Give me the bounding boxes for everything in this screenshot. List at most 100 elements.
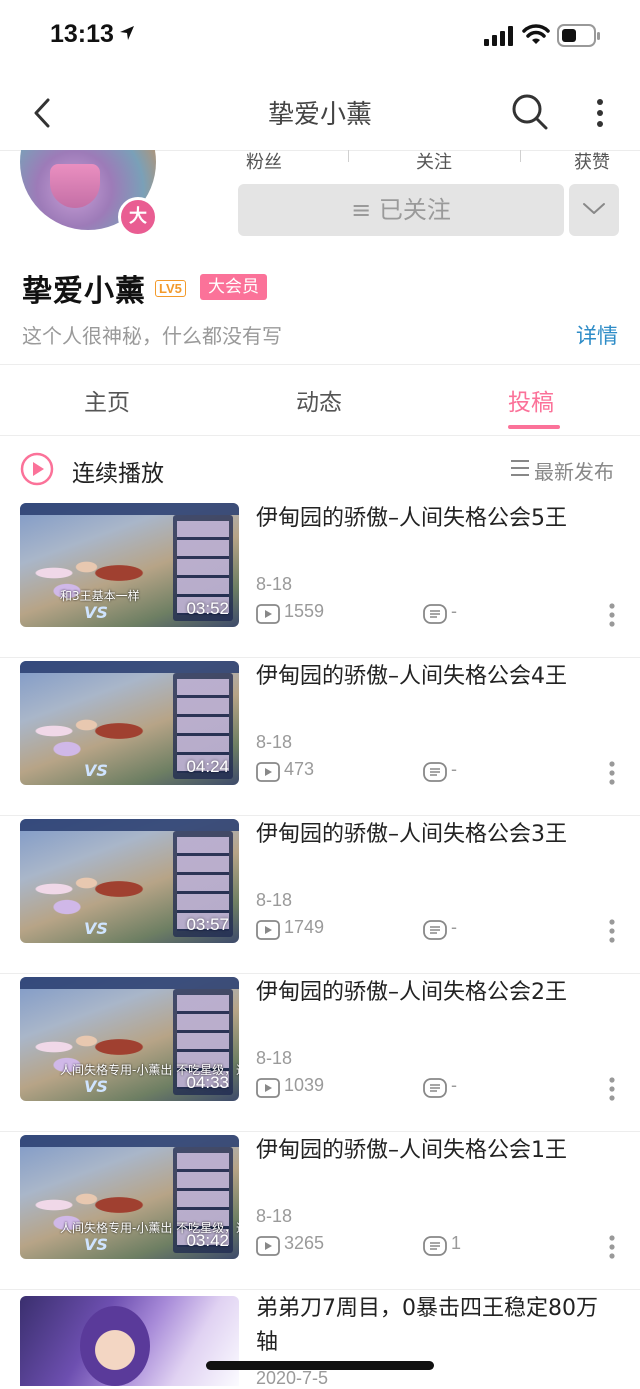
level-badge: LV5: [155, 280, 186, 297]
danmaku-icon: [423, 1078, 447, 1098]
danmaku-icon: [423, 920, 447, 940]
video-thumbnail[interactable]: VS 人间失格专用-小薰出 不吃星级，通用版 03:42: [20, 1135, 239, 1259]
video-date: 8-18: [256, 1206, 293, 1226]
video-title[interactable]: 弟弟刀7周目，0暴击四王稳定80万轴: [256, 1292, 616, 1360]
video-duration: 03:42: [186, 1231, 229, 1250]
video-date: 8-18: [256, 732, 293, 752]
video-thumbnail[interactable]: VS 人间失格专用-小薰出 不吃星级，通用版 04:33: [20, 977, 239, 1101]
video-danmaku-count: -: [451, 759, 457, 779]
more-icon[interactable]: [606, 760, 618, 786]
followed-button[interactable]: ≡ 已关注: [238, 184, 564, 236]
active-tab-indicator: [508, 425, 560, 429]
thumb-art: [28, 859, 158, 919]
likes-stat-label: 获赞: [574, 152, 610, 173]
video-date: 2020-7-5: [256, 1368, 329, 1388]
video-danmaku-count: -: [451, 917, 457, 937]
thumb-ui-strip: [20, 977, 239, 989]
sort-list-icon[interactable]: [510, 459, 530, 477]
video-item[interactable]: VS 人间失格专用-小薰出 不吃星级，通用版 03:42 伊甸园的骄傲–人间失格…: [0, 1132, 640, 1290]
play-count-icon: [256, 762, 280, 782]
more-icon[interactable]: [606, 602, 618, 628]
play-count-icon: [256, 604, 280, 624]
thumb-ui-strip: [20, 1135, 239, 1147]
video-date: 8-18: [256, 890, 293, 910]
user-name: 挚爱小薰: [22, 274, 146, 309]
thumb-ui-strip: [20, 819, 239, 831]
status-bar: 13:13: [0, 0, 640, 72]
danmaku-icon: [423, 604, 447, 624]
video-title[interactable]: 伊甸园的骄傲–人间失格公会1王: [256, 1134, 616, 1168]
more-icon[interactable]: [606, 1234, 618, 1260]
chevron-down-icon: [583, 203, 605, 214]
video-danmaku-count: 1: [451, 1233, 462, 1253]
thumb-vs-glyph: VS: [84, 1077, 108, 1096]
wifi-icon: [522, 24, 550, 44]
member-badge: 大会员: [200, 274, 267, 300]
video-duration: 03:52: [186, 599, 229, 618]
tab-posts[interactable]: 投稿: [508, 383, 554, 417]
video-item[interactable]: VS 和3王基本一样 03:52 伊甸园的骄傲–人间失格公会5王 8-18 15…: [0, 500, 640, 658]
more-options-icon[interactable]: [590, 94, 610, 134]
video-views: 3265: [284, 1233, 325, 1253]
play-circle-icon[interactable]: [20, 452, 54, 486]
thumb-vs-glyph: VS: [84, 603, 108, 622]
user-bio: 这个人很神秘，什么都没有写: [22, 324, 282, 348]
tab-dynamic[interactable]: 动态: [296, 383, 342, 417]
detail-link[interactable]: 详情: [576, 320, 618, 350]
video-title[interactable]: 伊甸园的骄傲–人间失格公会3王: [256, 818, 616, 852]
thumb-ui-strip: [20, 661, 239, 673]
continuous-play-button[interactable]: 连续播放: [72, 454, 164, 488]
cellular-signal-icon: [484, 26, 513, 46]
follow-stat-label[interactable]: 关注: [416, 148, 452, 174]
video-danmaku-count: -: [451, 601, 457, 621]
vip-badge: 大: [118, 197, 158, 237]
video-item[interactable]: VS 人间失格专用-小薰出 不吃星级，通用版 04:33 伊甸园的骄傲–人间失格…: [0, 974, 640, 1132]
play-count-icon: [256, 1078, 280, 1098]
video-views: 1039: [284, 1075, 325, 1095]
video-duration: 04:24: [186, 757, 229, 776]
thumb-art: [28, 701, 158, 761]
tab-home[interactable]: 主页: [84, 383, 130, 417]
video-duration: 03:57: [186, 915, 229, 934]
thumb-vs-glyph: VS: [84, 919, 108, 938]
video-views: 1559: [284, 601, 325, 621]
thumb-caption: 和3王基本一样: [60, 589, 140, 603]
video-title[interactable]: 伊甸园的骄傲–人间失格公会5王: [256, 502, 616, 536]
search-icon[interactable]: [510, 92, 550, 132]
follow-dropdown-button[interactable]: [569, 184, 619, 236]
thumb-vs-glyph: VS: [84, 1235, 108, 1254]
video-thumbnail[interactable]: VS 04:24: [20, 661, 239, 785]
video-views: 473: [284, 759, 315, 779]
danmaku-icon: [423, 762, 447, 782]
video-title[interactable]: 伊甸园的骄傲–人间失格公会2王: [256, 976, 616, 1010]
play-count-icon: [256, 1236, 280, 1256]
fans-stat-label[interactable]: 粉丝: [246, 148, 282, 174]
play-count-icon: [256, 920, 280, 940]
nav-bar: 挚爱小薰: [0, 74, 640, 151]
video-list: VS 和3王基本一样 03:52 伊甸园的骄傲–人间失格公会5王 8-18 15…: [0, 500, 640, 1290]
home-indicator[interactable]: [206, 1361, 434, 1370]
video-item[interactable]: VS 03:57 伊甸园的骄傲–人间失格公会3王 8-18 1749 -: [0, 816, 640, 974]
thumb-ui-strip: [20, 503, 239, 515]
video-thumbnail[interactable]: VS 和3王基本一样 03:52: [20, 503, 239, 627]
video-date: 8-18: [256, 1048, 293, 1068]
more-icon[interactable]: [606, 918, 618, 944]
status-time: 13:13: [50, 20, 114, 48]
more-icon[interactable]: [606, 1076, 618, 1102]
battery-icon: [557, 24, 600, 47]
video-duration: 04:33: [186, 1073, 229, 1092]
thumb-vs-glyph: VS: [84, 761, 108, 780]
video-title[interactable]: 伊甸园的骄傲–人间失格公会4王: [256, 660, 616, 694]
stat-divider: [348, 150, 349, 162]
continuous-play-row: 连续播放 最新发布: [0, 436, 640, 500]
video-danmaku-count: -: [451, 1075, 457, 1095]
video-thumbnail[interactable]: [20, 1296, 239, 1386]
video-item[interactable]: VS 04:24 伊甸园的骄傲–人间失格公会4王 8-18 473 -: [0, 658, 640, 816]
video-views: 1749: [284, 917, 325, 937]
sort-button[interactable]: 最新发布: [534, 456, 614, 485]
location-arrow-icon: [120, 26, 134, 40]
danmaku-icon: [423, 1236, 447, 1256]
video-thumbnail[interactable]: VS 03:57: [20, 819, 239, 943]
profile-tabs: 主页 动态 投稿: [0, 364, 640, 436]
video-item[interactable]: 弟弟刀7周目，0暴击四王稳定80万轴 2020-7-5: [0, 1290, 640, 1388]
